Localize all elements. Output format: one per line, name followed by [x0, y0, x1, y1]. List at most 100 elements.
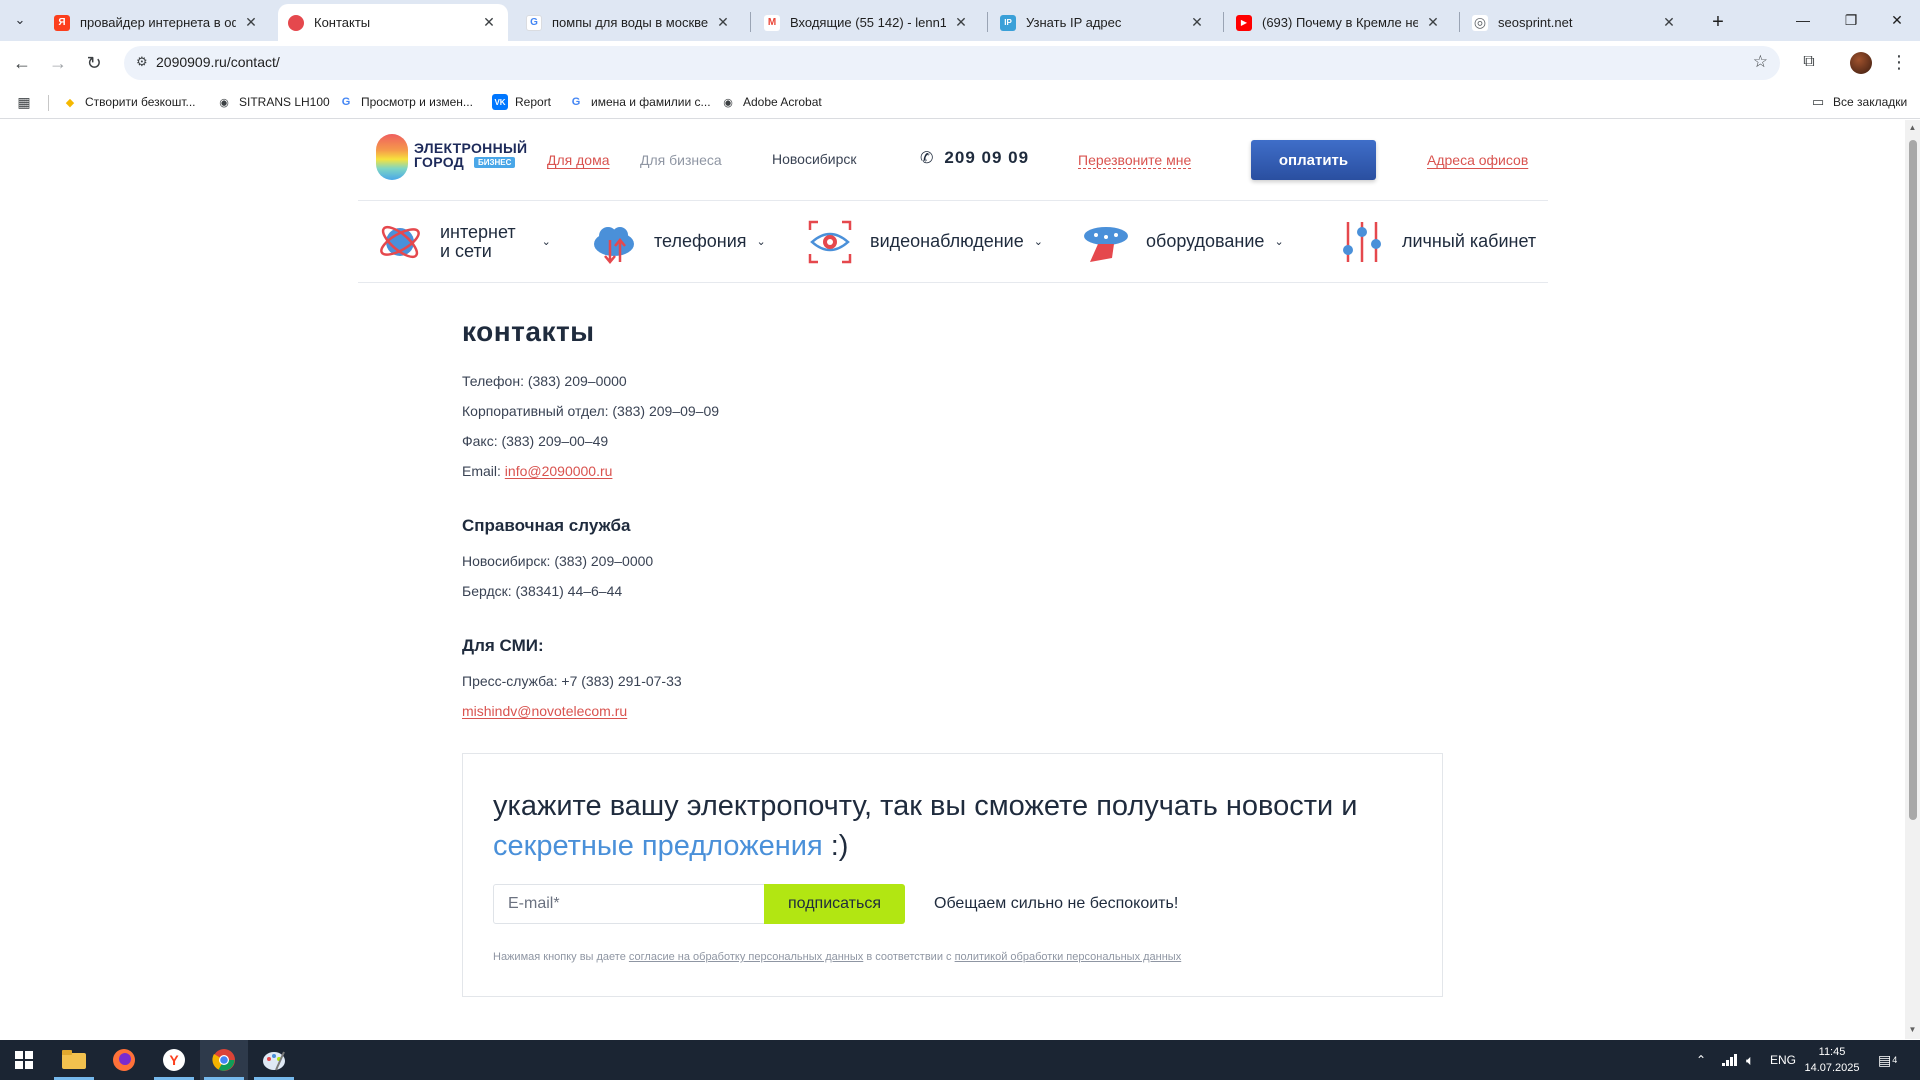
tab-seosprint[interactable]: ◎ seosprint.net ✕: [1462, 4, 1688, 41]
google-icon: G: [571, 96, 581, 108]
extensions-puzzle-icon[interactable]: ⧉: [1796, 49, 1822, 75]
close-tab-icon[interactable]: ✕: [242, 14, 260, 32]
notification-count: 4: [1892, 1055, 1898, 1065]
browser-menu-dots-icon[interactable]: ⋮: [1890, 49, 1908, 75]
nav-account[interactable]: личный кабинет: [1338, 201, 1536, 282]
close-tab-icon[interactable]: ✕: [1188, 14, 1206, 32]
city-selector[interactable]: Новосибирск: [772, 151, 857, 167]
chrome-icon[interactable]: [200, 1040, 248, 1080]
consent-link[interactable]: согласие на обработку персональных данны…: [629, 951, 863, 963]
file-explorer-icon[interactable]: [50, 1040, 98, 1080]
press-email-row: mishindv@novotelecom.ru: [462, 703, 627, 719]
clock-time: 11:45: [1818, 1046, 1846, 1058]
scroll-up-arrow-icon[interactable]: ▲: [1908, 123, 1917, 133]
header-phone[interactable]: ✆ 209 09 09: [920, 148, 1029, 168]
bookmark-item[interactable]: G имена и фамилии с...: [568, 91, 711, 113]
browser-tab-strip: ⌄ Я провайдер интернета в офис ✕ Контакт…: [0, 0, 1920, 41]
newsletter-box: укажите вашу электропочту, так вы сможет…: [462, 753, 1443, 997]
email-field[interactable]: E-mail*: [493, 884, 765, 924]
taskbar-clock[interactable]: 11:45 14.07.2025: [1800, 1044, 1864, 1076]
site-favicon-icon: [288, 14, 304, 31]
nav-telephony[interactable]: телефония ⌄: [590, 201, 766, 282]
tray-overflow-chevron-icon[interactable]: ⌃: [1696, 1040, 1706, 1080]
tab-separator: [1223, 12, 1224, 32]
forward-arrow-icon[interactable]: →: [44, 49, 72, 77]
address-bar[interactable]: ⚙ 2090909.ru/contact/ ☆: [124, 46, 1780, 80]
bookmark-item[interactable]: VK Report: [492, 91, 551, 113]
tab-title: помпы для воды в москве - П: [552, 15, 708, 30]
close-tab-icon[interactable]: ✕: [480, 14, 498, 32]
restore-window-icon[interactable]: ❐: [1828, 0, 1874, 40]
privacy-policy-link[interactable]: политикой обработки персональных данных: [955, 951, 1182, 963]
chevron-down-icon: ⌄: [541, 236, 551, 248]
offices-link[interactable]: Адреса офисов: [1427, 152, 1528, 168]
tab-search-chevron-icon[interactable]: ⌄: [8, 8, 32, 32]
url-text[interactable]: 2090909.ru/contact/: [156, 54, 280, 70]
page-scrollbar[interactable]: ▲ ▼: [1905, 120, 1920, 1039]
close-tab-icon[interactable]: ✕: [1424, 14, 1442, 32]
tab-title: (693) Почему в Кремле не бо: [1262, 15, 1418, 30]
tab-separator: [750, 12, 751, 32]
tab-gmail[interactable]: M Входящие (55 142) - lenn1915 ✕: [754, 4, 980, 41]
press-email-link[interactable]: mishindv@novotelecom.ru: [462, 703, 627, 719]
apps-grid-icon[interactable]: ▦: [16, 91, 39, 113]
bookmark-item[interactable]: G Просмотр и измен...: [338, 91, 473, 113]
nav-equipment[interactable]: оборудование ⌄: [1082, 201, 1284, 282]
nav-label: личный кабинет: [1402, 231, 1537, 251]
eye-frame-icon: [808, 220, 852, 263]
windows-start-icon[interactable]: [0, 1040, 48, 1080]
phone-handset-icon: ✆: [920, 150, 935, 167]
globe-icon: ◉: [219, 96, 229, 109]
bookmark-star-icon[interactable]: ☆: [1753, 52, 1768, 72]
tab-provider[interactable]: Я провайдер интернета в офис ✕: [44, 4, 270, 41]
minimize-window-icon[interactable]: —: [1780, 0, 1826, 40]
nav-video[interactable]: видеонаблюдение ⌄: [806, 201, 1043, 282]
bookmark-item[interactable]: ◆ Створити безкошт...: [62, 91, 196, 113]
bookmark-label: Просмотр и измен...: [361, 95, 473, 109]
site-info-icon[interactable]: ⚙: [136, 54, 148, 70]
bookmark-item[interactable]: ◉ SITRANS LH100: [216, 91, 330, 113]
close-window-icon[interactable]: ✕: [1874, 0, 1920, 40]
bookmark-item[interactable]: ◉ Adobe Acrobat: [720, 91, 822, 113]
scroll-down-arrow-icon[interactable]: ▼: [1908, 1025, 1917, 1035]
newsletter-title-text: укажите вашу электропочту, так вы сможет…: [493, 790, 1358, 822]
callback-link[interactable]: Перезвоните мне: [1078, 152, 1192, 169]
all-bookmarks-folder[interactable]: ▭ Все закладки: [1810, 91, 1907, 113]
link-for-home[interactable]: Для дома: [547, 152, 610, 168]
site-logo[interactable]: ЭЛЕКТРОННЫЙ ГОРОД БИЗНЕС: [376, 134, 532, 182]
tab-ip[interactable]: IP Узнать IP адрес ✕: [990, 4, 1216, 41]
back-arrow-icon[interactable]: ←: [8, 49, 36, 77]
sliders-icon: [1343, 221, 1381, 262]
site-header: ЭЛЕКТРОННЫЙ ГОРОД БИЗНЕС Для дома Для би…: [358, 120, 1548, 200]
profile-avatar[interactable]: [1850, 52, 1872, 74]
volume-icon[interactable]: 🔈︎: [1746, 1040, 1754, 1080]
close-tab-icon[interactable]: ✕: [952, 14, 970, 32]
tab-title: Входящие (55 142) - lenn1915: [790, 15, 946, 30]
main-navigation: интернет и сети ⌄ телефония ⌄ видеонаблю…: [358, 201, 1548, 282]
tab-contacts[interactable]: Контакты ✕: [278, 4, 508, 41]
close-tab-icon[interactable]: ✕: [714, 14, 732, 32]
network-signal-icon[interactable]: [1722, 1040, 1738, 1080]
firefox-icon[interactable]: [100, 1040, 148, 1080]
pay-button[interactable]: оплатить: [1251, 140, 1376, 180]
reload-icon[interactable]: ↻: [80, 49, 108, 77]
scrollbar-thumb[interactable]: [1909, 140, 1917, 820]
tab-pumps-search[interactable]: G помпы для воды в москве - П ✕: [516, 4, 742, 41]
paint-app-icon[interactable]: [250, 1040, 298, 1080]
subscribe-button[interactable]: подписаться: [764, 884, 905, 924]
language-indicator[interactable]: ENG: [1770, 1040, 1796, 1080]
yandex-browser-icon[interactable]: Y: [150, 1040, 198, 1080]
newsletter-legal: Нажимая кнопку вы даете согласие на обра…: [493, 951, 1181, 963]
tab-youtube[interactable]: ▶ (693) Почему в Кремле не бо ✕: [1226, 4, 1452, 41]
notifications-icon[interactable]: ▤ 4: [1878, 1040, 1897, 1080]
newsletter-promise: Обещаем сильно не беспокоить!: [934, 895, 1179, 912]
help-berdsk: Бердск: (38341) 44–6–44: [462, 583, 623, 599]
close-tab-icon[interactable]: ✕: [1660, 14, 1678, 32]
link-for-business[interactable]: Для бизнеса: [640, 152, 722, 168]
email-link[interactable]: info@2090000.ru: [505, 463, 613, 479]
contact-phone: Телефон: (383) 209–0000: [462, 373, 627, 389]
nav-internet[interactable]: интернет и сети ⌄: [376, 201, 551, 282]
new-tab-plus-icon[interactable]: +: [1704, 8, 1732, 36]
nav-label: интернет и сети: [440, 221, 516, 261]
ufo-icon: [1084, 226, 1128, 262]
